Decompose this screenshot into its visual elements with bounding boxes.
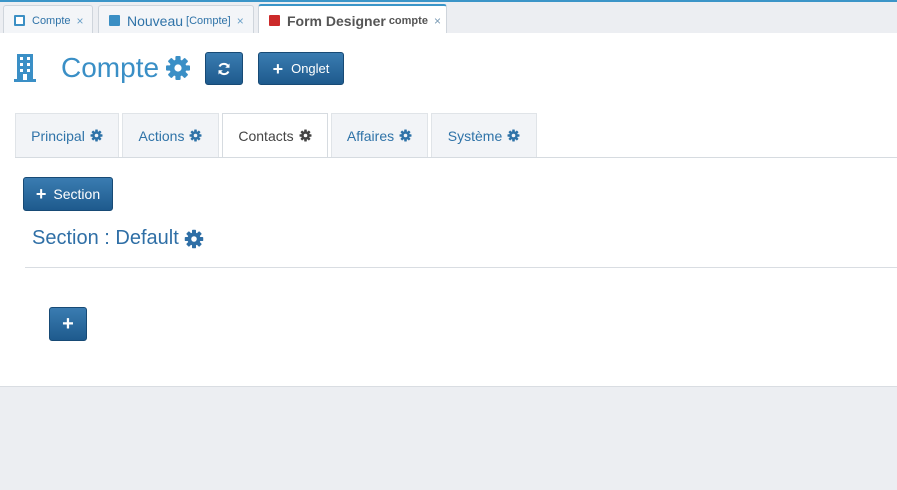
plus-icon: + (62, 313, 74, 335)
doc-tab-title: Nouveau (127, 12, 184, 29)
tab-affaires[interactable]: Affaires (331, 113, 428, 157)
tab-label: Affaires (346, 127, 395, 144)
entity-icon (14, 15, 25, 26)
doc-tab-title: Compte (32, 14, 71, 27)
gear-icon[interactable] (184, 229, 204, 249)
page-title: Compte (61, 52, 160, 83)
plus-icon: + (272, 58, 284, 79)
add-section-button[interactable]: + Section (23, 177, 113, 211)
gear-icon[interactable] (165, 55, 191, 81)
entity-icon (109, 15, 120, 26)
gear-icon[interactable] (399, 129, 412, 142)
doc-tab-nouveau[interactable]: Nouveau [Compte] × (98, 5, 254, 35)
gear-icon[interactable] (189, 129, 202, 142)
refresh-icon (218, 62, 230, 75)
close-icon[interactable]: × (237, 14, 244, 28)
tab-systeme[interactable]: Système (431, 113, 537, 157)
gear-icon[interactable] (507, 129, 520, 142)
doc-tab-compte[interactable]: Compte × (3, 5, 93, 35)
add-section-label: Section (53, 186, 101, 202)
form-designer-panel: Compte + Onglet Principal Actions Contac… (0, 33, 897, 387)
add-field-button[interactable]: + (49, 307, 87, 341)
form-designer-icon (269, 15, 280, 26)
tab-label: Principal (31, 127, 85, 144)
tab-label: Actions (138, 127, 185, 144)
document-tab-bar: Compte × Nouveau [Compte] × Form Designe… (0, 0, 897, 35)
section-title: Section : Default (32, 227, 179, 249)
tab-principal[interactable]: Principal (15, 113, 119, 157)
tab-label: Système (447, 127, 503, 144)
section-header: Section : Default (32, 227, 204, 250)
tab-actions[interactable]: Actions (122, 113, 219, 157)
refresh-button[interactable] (205, 52, 243, 85)
close-icon[interactable]: × (434, 14, 441, 28)
page-header: Compte (14, 50, 191, 86)
doc-tab-form-designer[interactable]: Form Designer compte × (258, 4, 447, 35)
building-icon (14, 54, 36, 82)
section-divider (25, 267, 897, 268)
gear-icon[interactable] (299, 129, 312, 142)
tab-label: Contacts (238, 127, 294, 144)
doc-tab-subtitle: compte (388, 14, 428, 27)
plus-icon: + (35, 184, 47, 204)
doc-tab-title: Form Designer (287, 12, 386, 29)
add-tab-label: Onglet (291, 61, 330, 76)
doc-tab-subtitle: [Compte] (186, 14, 231, 27)
add-tab-button[interactable]: + Onglet (258, 52, 344, 85)
close-icon[interactable]: × (77, 14, 84, 28)
gear-icon[interactable] (90, 129, 103, 142)
tab-contacts[interactable]: Contacts (222, 113, 328, 158)
tab-divider (15, 157, 897, 158)
